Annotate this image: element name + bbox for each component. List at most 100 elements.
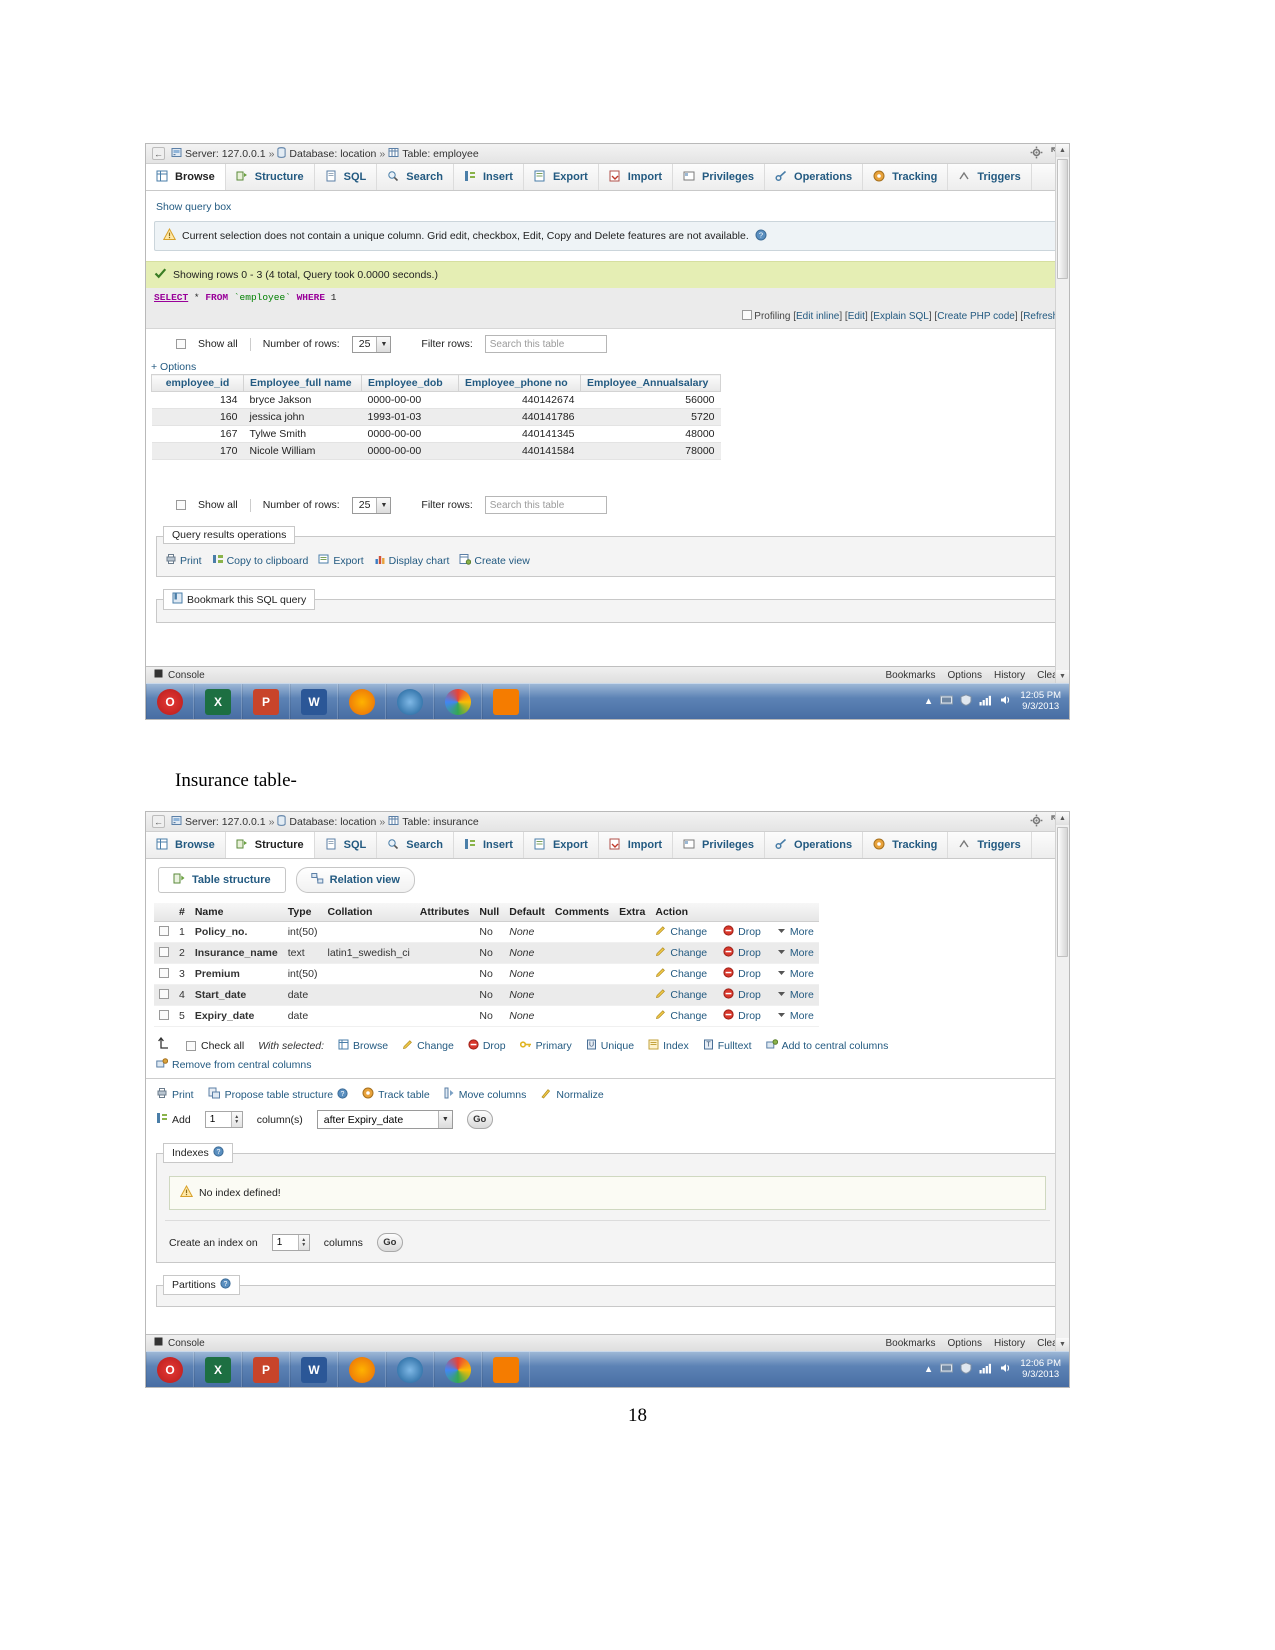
show-all-checkbox-bottom[interactable] [176,500,186,510]
gear-icon[interactable] [1030,814,1043,830]
number-of-rows-select-top[interactable]: 25 ▼ [351,335,392,353]
console-label[interactable]: Console [168,1338,205,1349]
help-icon[interactable]: ? [755,229,767,244]
tab-operations[interactable]: Operations [765,832,864,858]
spinner-arrows-icon[interactable]: ▲ ▼ [230,1112,242,1127]
tab-triggers[interactable]: Triggers [948,164,1032,190]
copy-to-clipboard-action[interactable]: Copy to clipboard [212,553,308,568]
edit-inline-link[interactable]: Edit inline [796,311,839,322]
change-link[interactable]: Change [670,926,707,938]
back-arrow-icon[interactable]: ← [152,147,165,160]
scroll-down-arrow-icon[interactable]: ▼ [1056,1338,1069,1351]
back-arrow-icon[interactable]: ← [152,815,165,828]
tab-tracking[interactable]: Tracking [863,832,949,858]
change-link[interactable]: Change [670,968,707,980]
ws-browse-action[interactable]: Browse [338,1039,388,1053]
column-header[interactable]: Employee_dob [361,374,459,392]
taskbar-xampp[interactable] [482,1352,530,1387]
tray-expand-icon[interactable]: ▲ [924,1364,933,1375]
tray-network-icon[interactable] [940,694,954,709]
taskbar-opera[interactable]: O [146,684,194,719]
filter-rows-input-bottom[interactable]: Search this table [484,496,607,514]
vertical-scrollbar[interactable]: ▲ ▼ [1055,144,1069,683]
taskbar-word[interactable]: W [290,684,338,719]
column-header[interactable]: Employee_full name [243,374,362,392]
tray-signal-icon[interactable] [979,694,993,709]
taskbar-safari[interactable] [386,684,434,719]
scrollbar-thumb[interactable] [1057,159,1068,279]
ws-unique-action[interactable]: U Unique [586,1039,634,1053]
taskbar-clock[interactable]: 12:06 PM 9/3/2013 [1020,1358,1061,1381]
taskbar-powerpoint[interactable]: P [242,684,290,719]
tab-operations[interactable]: Operations [765,164,864,190]
remove-central-action[interactable]: Remove from central columns [156,1058,311,1072]
drop-link[interactable]: Drop [738,926,761,938]
breadcrumb-server[interactable]: Server: 127.0.0.1 [171,147,266,161]
create-view-action[interactable]: Create view [459,553,530,568]
breadcrumb-server[interactable]: Server: 127.0.0.1 [171,815,266,829]
tab-import[interactable]: Import [599,832,674,858]
subtab-table-structure[interactable]: Table structure [158,867,286,893]
track-table-action[interactable]: Track table [362,1087,430,1102]
drop-link[interactable]: Drop [738,968,761,980]
show-query-box-link[interactable]: Show query box [156,201,231,213]
print-action[interactable]: Print [165,553,202,568]
ws-fulltext-action[interactable]: T Fulltext [703,1039,752,1053]
spinner-arrows-icon[interactable]: ▲ ▼ [297,1235,309,1250]
row-checkbox[interactable] [159,989,169,999]
ws-change-action[interactable]: Change [402,1039,454,1053]
console-options[interactable]: Options [948,1338,982,1349]
console-label[interactable]: Console [168,670,205,681]
change-link[interactable]: Change [670,989,707,1001]
vertical-scrollbar[interactable]: ▲ ▼ [1055,812,1069,1351]
drop-link[interactable]: Drop [738,947,761,959]
console-history[interactable]: History [994,670,1025,681]
ws-add-central-action[interactable]: Add to central columns [765,1038,888,1053]
sql-query-display[interactable]: SELECT * FROM `employee` WHERE 1 [146,288,1069,306]
scroll-up-arrow-icon[interactable]: ▲ [1056,144,1069,157]
console-history[interactable]: History [994,1338,1025,1349]
taskbar-chrome[interactable] [434,1352,482,1387]
add-columns-go-button[interactable]: Go [466,1110,493,1129]
edit-link[interactable]: Edit [848,311,865,322]
taskbar-powerpoint[interactable]: P [242,1352,290,1387]
taskbar-firefox[interactable] [338,1352,386,1387]
scroll-down-arrow-icon[interactable]: ▼ [1056,670,1069,683]
tray-shield-icon[interactable] [960,1362,972,1377]
taskbar-safari[interactable] [386,1352,434,1387]
breadcrumb-table[interactable]: Table: insurance [388,815,479,829]
filter-rows-input-top[interactable]: Search this table [484,335,607,353]
drop-link[interactable]: Drop [738,989,761,1001]
row-checkbox[interactable] [159,926,169,936]
column-header[interactable]: Employee_phone no [458,374,581,392]
tray-signal-icon[interactable] [979,1362,993,1377]
bookmark-legend[interactable]: Bookmark this SQL query [163,589,316,610]
tray-shield-icon[interactable] [960,694,972,709]
tab-browse[interactable]: Browse [146,164,226,190]
taskbar-word[interactable]: W [290,1352,338,1387]
ws-primary-action[interactable]: Primary [519,1039,572,1053]
tray-volume-icon[interactable] [1000,1362,1013,1377]
profiling-checkbox[interactable] [741,310,752,320]
tab-privileges[interactable]: Privileges [673,832,766,858]
change-link[interactable]: Change [670,947,707,959]
tab-search[interactable]: Search [377,164,454,190]
tab-browse[interactable]: Browse [146,832,226,858]
help-icon[interactable]: ? [337,1087,348,1102]
tray-expand-icon[interactable]: ▲ [924,696,933,707]
tab-sql[interactable]: SQL [315,164,378,190]
explain-sql-link[interactable]: Explain SQL [873,311,929,322]
column-header[interactable]: employee_id [151,374,244,392]
tab-export[interactable]: Export [524,164,599,190]
console-bookmarks[interactable]: Bookmarks [885,1338,935,1349]
select-all-arrow-icon[interactable] [156,1036,172,1054]
tab-export[interactable]: Export [524,832,599,858]
breadcrumb-table[interactable]: Table: employee [388,147,479,161]
change-link[interactable]: Change [670,1010,707,1022]
print-action[interactable]: Print [156,1087,194,1102]
scrollbar-thumb[interactable] [1057,827,1068,957]
ws-drop-action[interactable]: Drop [468,1038,506,1053]
help-icon[interactable]: ? [220,1278,231,1292]
tab-sql[interactable]: SQL [315,832,378,858]
more-link[interactable]: More [790,926,814,938]
